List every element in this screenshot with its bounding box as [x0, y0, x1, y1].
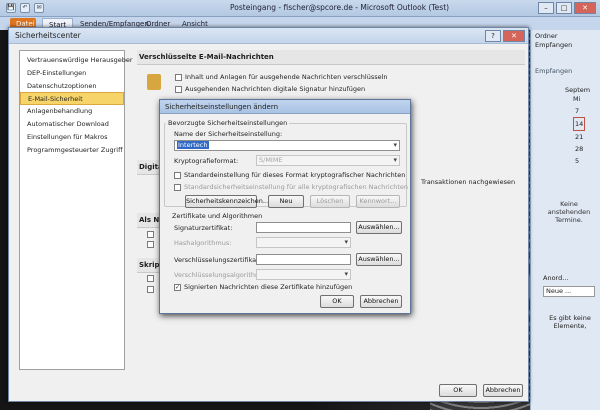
sign-checkbox[interactable] [175, 85, 182, 93]
plain-text-checkbox-1[interactable] [147, 230, 154, 238]
lock-icon [147, 74, 161, 90]
undo-icon[interactable]: ↶ [20, 3, 30, 13]
calendar-day[interactable]: 7 [575, 105, 585, 117]
ribbon-receive-text: Empfangen [535, 41, 573, 49]
preferred-settings-heading: Bevorzugte Sicherheitseinstellungen [166, 119, 290, 127]
password-button[interactable]: Kennwort... [356, 195, 400, 208]
transactions-text: Transaktionen nachgewiesen [421, 178, 516, 186]
plain-text-checkbox-2[interactable] [147, 240, 154, 248]
nav-trusted-publishers[interactable]: Vertrauenswürdige Herausgeber [20, 54, 133, 67]
send-certs-label: Signierten Nachrichten diese Zertifikate… [184, 283, 353, 291]
trust-center-title: Sicherheitscenter [15, 31, 81, 40]
crypto-format-select[interactable]: S/MIME [256, 155, 400, 166]
nav-programmatic-access[interactable]: Programmgesteuerter Zugriff [20, 144, 124, 157]
security-settings-title-bar: Sicherheitseinstellungen ändern [160, 100, 410, 114]
calendar-day-header: Mi [573, 95, 581, 103]
nav-privacy-options[interactable]: Datenschutzoptionen [20, 80, 124, 93]
nav-dep-settings[interactable]: DEP-Einstellungen [20, 67, 124, 80]
title-bar: 💾 ↶ ✉ Posteingang - fischer@spcore.de - … [0, 0, 600, 17]
new-task-input[interactable]: Neue ... [543, 286, 595, 297]
ribbon-folder-text: Ordner [535, 32, 558, 40]
section-encrypted-email: Verschlüsselte E-Mail-Nachrichten [137, 50, 525, 65]
script-checkbox-2[interactable] [147, 285, 154, 293]
help-button[interactable]: ? [485, 30, 501, 42]
window-title: Posteingang - fischer@spcore.de - Micros… [230, 3, 450, 12]
minimize-button[interactable]: – [538, 2, 554, 14]
trust-center-ok-button[interactable]: OK [439, 384, 477, 397]
setting-name-label: Name der Sicherheitseinstellung: [174, 130, 283, 138]
default-all-label: Standardsicherheitseinstellung für alle … [184, 183, 409, 191]
save-icon[interactable]: 💾 [6, 3, 16, 13]
encrypt-label: Inhalt und Anlagen für ausgehende Nachri… [185, 73, 388, 81]
no-items-text: Es gibt keine Elemente, [549, 314, 591, 330]
sign-cert-label: Signaturzertifikat: [174, 224, 233, 232]
delete-button[interactable]: Löschen [310, 195, 350, 208]
nav-email-security[interactable]: E-Mail-Sicherheit [20, 92, 124, 106]
trust-center-close-button[interactable]: ✕ [503, 30, 525, 42]
calendar-day-today[interactable]: 14 [573, 117, 586, 131]
script-checkbox-1[interactable] [147, 274, 154, 282]
certs-heading: Zertifikate und Algorithmen [172, 212, 263, 220]
trust-center-nav: Vertrauenswürdige Herausgeber DEP-Einste… [19, 50, 133, 370]
to-do-bar: Ordner Empfangen Empfangen Septem Mi 7 1… [530, 30, 600, 410]
hash-alg-select[interactable] [256, 237, 351, 248]
nav-macro-settings[interactable]: Einstellungen für Makros [20, 131, 124, 144]
ribbon-group-label: Empfangen [535, 67, 573, 75]
security-labels-button[interactable]: Sicherheitskennzeichen... [185, 195, 269, 208]
security-settings-dialog: Sicherheitseinstellungen ändern Bevorzug… [159, 99, 411, 314]
close-button[interactable]: ✕ [574, 2, 596, 14]
crypto-format-label: Kryptografieformat: [174, 157, 239, 165]
choose-enc-cert-button[interactable]: Auswählen... [356, 253, 402, 266]
nav-attachment-handling[interactable]: Anlagenbehandlung [20, 105, 124, 118]
trust-center-cancel-button[interactable]: Abbrechen [483, 384, 523, 397]
send-certs-checkbox[interactable]: ✓ [174, 283, 181, 291]
security-settings-ok-button[interactable]: OK [320, 295, 354, 308]
calendar-day[interactable]: 5 [575, 155, 585, 167]
sign-label: Ausgehenden Nachrichten digitale Signatu… [185, 85, 366, 93]
setting-name-combobox[interactable]: Intertech [174, 140, 400, 151]
security-settings-title: Sicherheitseinstellungen ändern [165, 103, 279, 111]
hash-alg-label: Hashalgorithmus: [174, 239, 232, 247]
maximize-button[interactable]: □ [556, 2, 572, 14]
enc-cert-input[interactable] [256, 254, 351, 265]
new-button[interactable]: Neu [268, 195, 304, 208]
default-format-checkbox[interactable] [174, 171, 181, 179]
choose-sign-cert-button[interactable]: Auswählen... [356, 221, 402, 234]
send-receive-icon[interactable]: ✉ [34, 3, 44, 13]
enc-alg-select[interactable] [256, 269, 351, 280]
sign-cert-input[interactable] [256, 222, 351, 233]
trust-center-title-bar: Sicherheitscenter ? ✕ [9, 28, 528, 44]
quick-access-toolbar: 💾 ↶ ✉ [6, 3, 44, 13]
default-format-label: Standardeinstellung für dieses Format kr… [184, 171, 406, 179]
arrange-button[interactable]: Anord... [543, 274, 568, 282]
no-appointments-text: Keine anstehenden Termine. [547, 200, 591, 224]
encrypt-checkbox[interactable] [175, 73, 182, 81]
calendar-day[interactable]: 28 [575, 143, 585, 155]
default-all-checkbox[interactable] [174, 183, 181, 191]
security-settings-cancel-button[interactable]: Abbrechen [360, 295, 402, 308]
calendar-day[interactable]: 21 [575, 131, 585, 143]
calendar-month: Septem [565, 86, 591, 94]
calendar-days: 7 14 21 28 5 [573, 105, 586, 167]
enc-cert-label: Verschlüsselungszertifikat: [174, 256, 261, 264]
nav-automatic-download[interactable]: Automatischer Download [20, 118, 124, 131]
